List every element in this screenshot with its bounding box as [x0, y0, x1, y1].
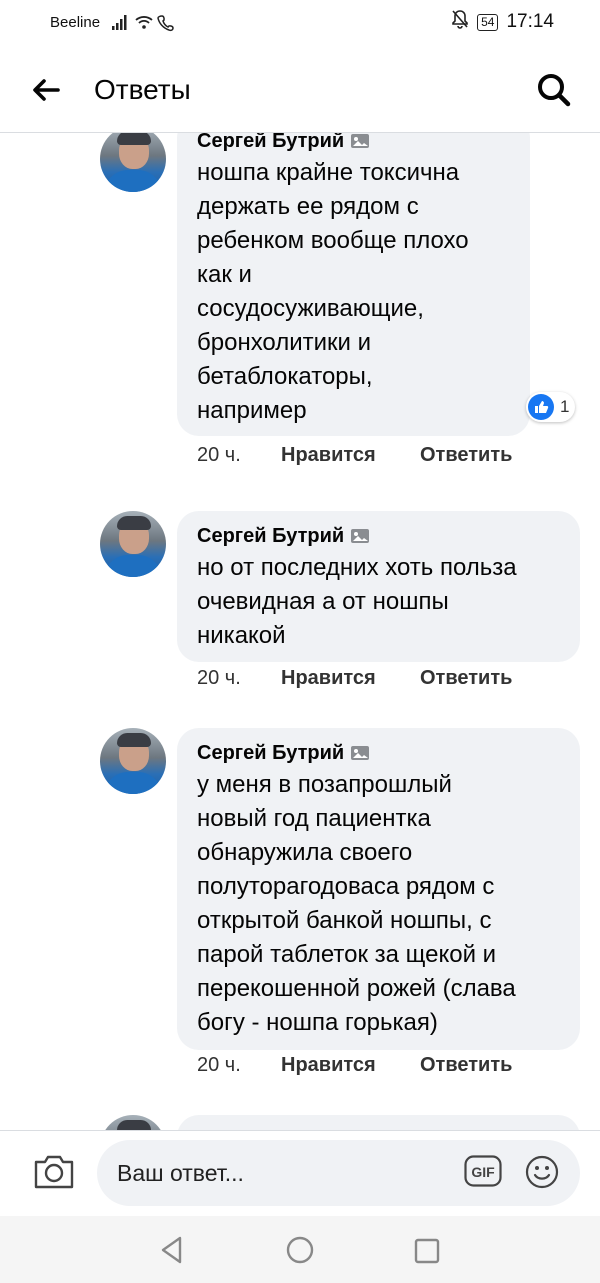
- nav-back-button[interactable]: [158, 1234, 186, 1266]
- like-button[interactable]: Нравится: [281, 1054, 420, 1077]
- like-button[interactable]: Нравится: [281, 667, 420, 690]
- comment-actions: 20 ч. Нравится Ответить: [197, 444, 512, 467]
- app-header: Ответы: [0, 46, 600, 133]
- comment-time[interactable]: 20 ч.: [197, 667, 281, 690]
- avatar[interactable]: [100, 511, 166, 577]
- mute-icon: [451, 9, 469, 35]
- reaction-summary[interactable]: 1: [526, 392, 576, 422]
- search-button[interactable]: [534, 70, 574, 110]
- status-bar: Beeline 54 17:14: [0, 0, 600, 46]
- gif-icon: GIF: [464, 1155, 502, 1187]
- battery-level: 54: [477, 13, 499, 31]
- comment-bubble: [177, 1115, 580, 1130]
- comment-author[interactable]: Сергей Бутрий: [197, 525, 344, 548]
- reply-composer: Ваш ответ... GIF: [0, 1130, 600, 1217]
- avatar[interactable]: [100, 728, 166, 794]
- thumbs-up-icon: [528, 394, 554, 420]
- status-icons: 54 17:14: [451, 10, 554, 34]
- author-line: Сергей Бутрий: [197, 133, 510, 156]
- comment-time[interactable]: 20 ч.: [197, 1054, 281, 1077]
- page-title: Ответы: [94, 74, 191, 105]
- comment-text: ношпа крайне токсична держать ее рядом с…: [197, 159, 469, 424]
- avatar[interactable]: [100, 133, 166, 192]
- like-button[interactable]: Нравится: [281, 444, 420, 467]
- emoji-button[interactable]: [524, 1154, 560, 1190]
- comment-actions: 20 ч. Нравится Ответить: [197, 1054, 512, 1077]
- comment-text: у меня в позапрошлый новый год пациентка…: [197, 771, 516, 1036]
- comment-text: но от последних хоть польза очевидная а …: [197, 554, 517, 649]
- reply-placeholder: Ваш ответ...: [117, 1160, 244, 1186]
- reply-button[interactable]: Ответить: [420, 1054, 512, 1077]
- image-icon: [351, 529, 370, 543]
- clock: 17:14: [506, 11, 554, 32]
- reply-button[interactable]: Ответить: [420, 667, 512, 690]
- camera-icon: [34, 1155, 74, 1189]
- square-recents-icon: [414, 1238, 440, 1264]
- nav-home-button[interactable]: [286, 1236, 314, 1264]
- circle-home-icon: [286, 1236, 314, 1264]
- triangle-back-icon: [161, 1236, 182, 1264]
- reply-button[interactable]: Ответить: [420, 444, 512, 467]
- comment-time[interactable]: 20 ч.: [197, 444, 281, 467]
- comment-bubble: Сергей Бутрий но от последних хоть польз…: [177, 511, 580, 662]
- signal-icon: [110, 12, 180, 37]
- comments-list: Сергей Бутрий ношпа крайне токсична держ…: [0, 133, 600, 1130]
- camera-button[interactable]: [32, 1151, 76, 1191]
- comment-author[interactable]: Сергей Бутрий: [197, 133, 344, 153]
- avatar[interactable]: [100, 1115, 166, 1130]
- back-button[interactable]: [30, 74, 62, 106]
- system-nav-bar: [0, 1216, 600, 1283]
- gif-button[interactable]: GIF: [464, 1155, 502, 1187]
- comment-author[interactable]: Сергей Бутрий: [197, 742, 344, 765]
- image-icon: [351, 746, 370, 760]
- reply-input[interactable]: Ваш ответ... GIF: [97, 1140, 580, 1206]
- reaction-count: 1: [560, 397, 570, 416]
- author-line: Сергей Бутрий: [197, 738, 560, 768]
- search-icon: [538, 74, 571, 107]
- comment-bubble: Сергей Бутрий у меня в позапрошлый новый…: [177, 728, 580, 1050]
- arrow-left-icon: [33, 79, 60, 101]
- carrier-name: Beeline: [50, 14, 101, 31]
- smile-icon: [525, 1155, 559, 1189]
- image-icon: [351, 134, 370, 148]
- comment-bubble: Сергей Бутрий ношпа крайне токсична держ…: [177, 133, 530, 436]
- comment-actions: 20 ч. Нравится Ответить: [197, 667, 512, 690]
- nav-recents-button[interactable]: [414, 1238, 440, 1264]
- svg-text:GIF: GIF: [471, 1164, 495, 1180]
- author-line: Сергей Бутрий: [197, 521, 560, 551]
